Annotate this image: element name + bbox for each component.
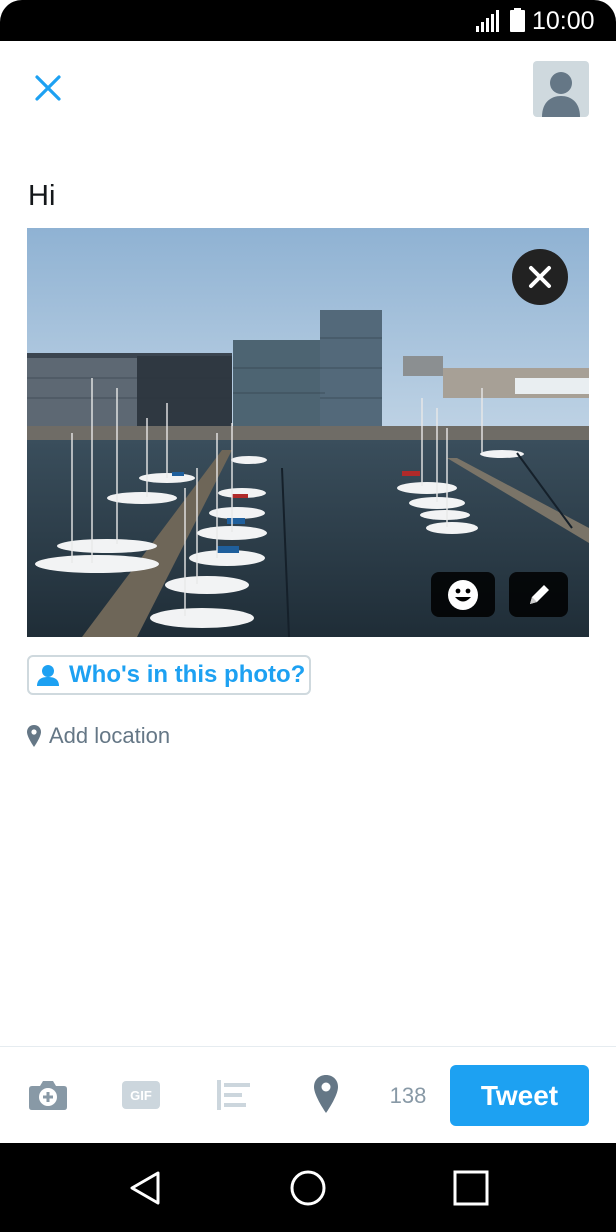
- close-button[interactable]: [28, 68, 68, 108]
- remove-photo-button[interactable]: [512, 249, 568, 305]
- tweet-text-input[interactable]: Hi: [28, 180, 55, 213]
- signal-icon: [476, 10, 499, 32]
- avatar[interactable]: [533, 61, 589, 117]
- sticker-button[interactable]: [431, 572, 495, 617]
- add-location-label: Add location: [49, 723, 171, 748]
- svg-text:GIF: GIF: [130, 1088, 152, 1103]
- sticker-icon: [448, 579, 478, 610]
- gif-button[interactable]: GIF: [120, 1078, 162, 1112]
- add-media-button[interactable]: [26, 1075, 70, 1115]
- add-location-link[interactable]: Add location: [27, 720, 170, 752]
- home-button[interactable]: [283, 1163, 333, 1213]
- edit-photo-icon: [529, 584, 549, 604]
- tag-people-label: Who's in this photo?: [69, 661, 306, 688]
- remove-photo-icon: [529, 266, 551, 288]
- back-icon: [130, 1171, 160, 1205]
- tag-people-button[interactable]: Who's in this photo?: [27, 655, 311, 695]
- status-time: 10:00: [532, 7, 595, 35]
- poll-icon: [217, 1080, 250, 1110]
- edit-photo-button[interactable]: [509, 572, 568, 617]
- location-button[interactable]: [308, 1073, 344, 1115]
- camera-icon: [29, 1081, 67, 1110]
- poll-button[interactable]: [214, 1077, 254, 1113]
- tweet-button[interactable]: Tweet: [450, 1065, 589, 1126]
- map-pin-icon: [27, 725, 41, 747]
- recents-button[interactable]: [446, 1163, 496, 1213]
- person-icon: [37, 665, 59, 686]
- character-counter: 138: [389, 1083, 427, 1108]
- default-avatar-icon: [542, 72, 580, 117]
- recents-icon: [453, 1170, 489, 1206]
- harbor-photo: [27, 228, 589, 637]
- close-icon: [35, 75, 61, 101]
- back-button[interactable]: [120, 1163, 170, 1213]
- location-icon: [314, 1075, 338, 1113]
- gif-icon: GIF: [122, 1081, 160, 1109]
- status-bar: 10:00: [0, 0, 616, 41]
- attached-photo[interactable]: [27, 228, 589, 637]
- home-icon: [290, 1170, 326, 1206]
- battery-icon: [510, 8, 525, 32]
